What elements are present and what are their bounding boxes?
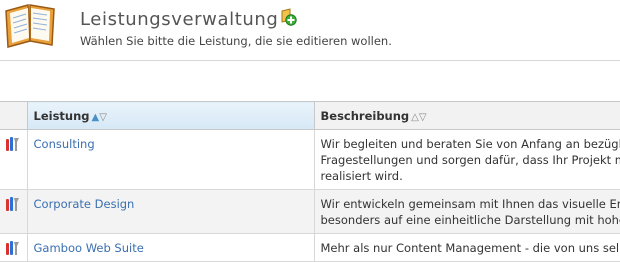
description-line: Mehr als nur Content Management - die vo…	[320, 241, 620, 255]
row-icon-cell	[0, 233, 28, 262]
description-line: besonders auf eine einheitliche Darstell…	[320, 213, 620, 227]
sort-desc-icon[interactable]: ▽	[99, 112, 107, 123]
service-link[interactable]: Gamboo Web Suite	[34, 241, 144, 255]
row-icon-cell	[0, 189, 28, 234]
service-link[interactable]: Corporate Design	[34, 197, 135, 211]
services-table: Leistung ▲▽ Beschreibung △▽ Consulting Wir…	[0, 101, 620, 262]
page-title: Leistungsverwaltung	[80, 9, 279, 30]
description-line: Wir begleiten und beraten Sie von Anfang…	[320, 137, 620, 151]
row-icon-cell	[0, 129, 28, 190]
column-label: Leistung	[33, 109, 90, 123]
column-header-leistung[interactable]: Leistung ▲▽	[27, 101, 315, 130]
table-row: Gamboo Web Suite Mehr als nur Content Ma…	[0, 233, 620, 262]
description-line: Fragestellungen und sorgen dafür, dass I…	[320, 153, 620, 167]
service-name-cell: Corporate Design	[27, 189, 315, 234]
table-header-row: Leistung ▲▽ Beschreibung △▽	[0, 101, 620, 130]
service-description-cell: Wir begleiten und beraten Sie von Anfang…	[314, 129, 620, 190]
description-line: Wir entwickeln gemeinsam mit Ihnen das v…	[320, 197, 620, 211]
service-description-cell: Mehr als nur Content Management - die vo…	[314, 233, 620, 262]
sort-asc-icon[interactable]: △	[411, 112, 419, 123]
table-row: Consulting Wir begleiten und beraten Sie…	[0, 129, 620, 190]
icon-column-header	[0, 101, 28, 130]
page-subtitle: Wählen Sie bitte die Leistung, die sie e…	[80, 34, 392, 48]
sort-arrows[interactable]: △▽	[411, 112, 426, 123]
book-icon	[5, 4, 55, 48]
add-icon[interactable]	[279, 8, 297, 26]
edit-tools-icon[interactable]	[4, 136, 20, 152]
column-header-beschreibung[interactable]: Beschreibung △▽	[314, 101, 620, 130]
service-name-cell: Gamboo Web Suite	[27, 233, 315, 262]
sort-desc-icon[interactable]: ▽	[419, 112, 427, 123]
table-row: Corporate Design Wir entwickeln gemeinsa…	[0, 189, 620, 234]
service-link[interactable]: Consulting	[34, 137, 95, 151]
edit-tools-icon[interactable]	[4, 240, 20, 256]
sort-arrows[interactable]: ▲▽	[92, 112, 107, 123]
edit-tools-icon[interactable]	[4, 196, 20, 212]
description-line: realisiert wird.	[320, 169, 403, 183]
column-label: Beschreibung	[320, 109, 410, 123]
service-name-cell: Consulting	[27, 129, 315, 190]
page-header: Leistungsverwaltung Wählen Sie bitte die…	[0, 0, 620, 61]
service-description-cell: Wir entwickeln gemeinsam mit Ihnen das v…	[314, 189, 620, 234]
